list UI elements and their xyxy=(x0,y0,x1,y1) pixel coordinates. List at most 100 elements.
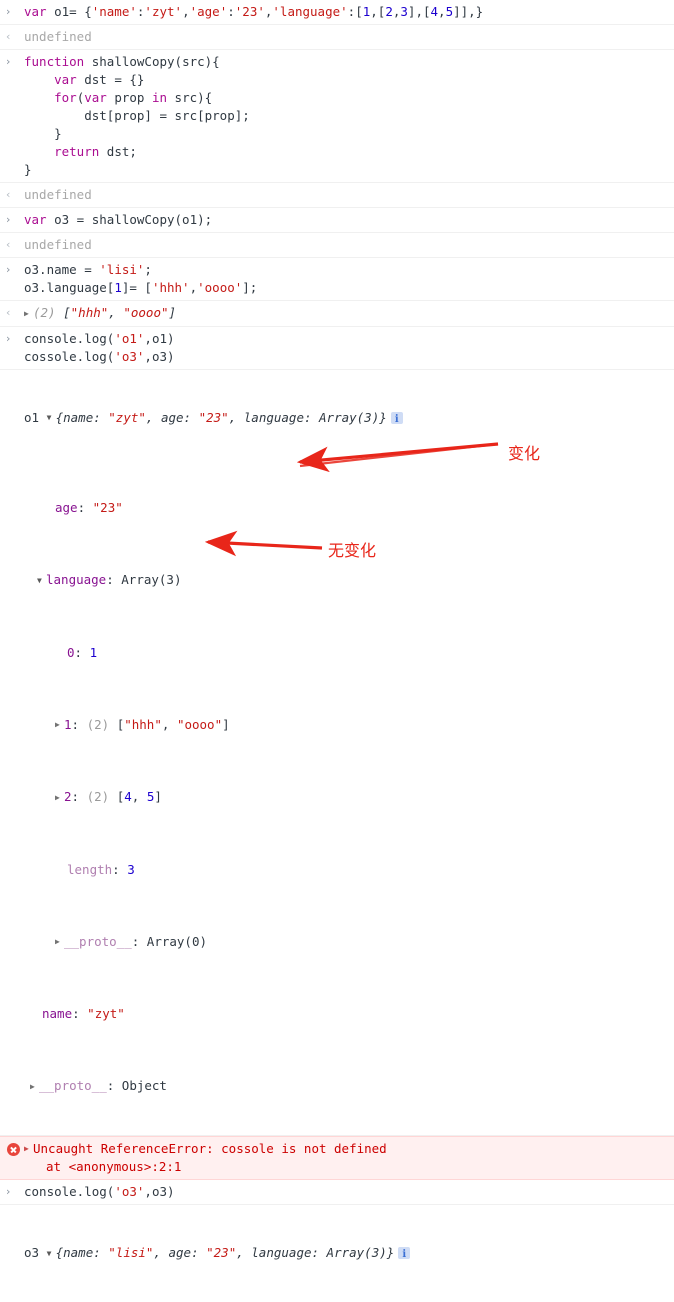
output-marker-icon: ‹ xyxy=(6,306,11,319)
console-input-row[interactable]: › var o3 = shallowCopy(o1); xyxy=(0,208,674,233)
obj-val-name: "lisi" xyxy=(108,1245,154,1260)
tree-row[interactable]: ▶ __proto__: Object xyxy=(24,1077,668,1096)
prop-key-0: 0 xyxy=(67,644,75,660)
obj-key-age: , age: xyxy=(145,409,199,425)
chevron-down-icon[interactable]: ▼ xyxy=(47,409,56,427)
console-input-row[interactable]: › console.log('o3',o3) xyxy=(0,1180,674,1205)
console-input-row[interactable]: › console.log('o1',o1) cossole.log('o3',… xyxy=(0,327,674,370)
input-marker-icon: › xyxy=(6,5,11,18)
input-marker-icon: › xyxy=(6,213,11,226)
prop-separator: : xyxy=(77,500,93,515)
prop-val-language: Array(3) xyxy=(121,572,182,587)
tree-row[interactable]: name: "zyt" xyxy=(24,1005,668,1023)
prop-val-name: "zyt" xyxy=(87,1006,125,1021)
tree-row[interactable]: ▼ language: Array(3) xyxy=(24,571,668,590)
prop-val-age: "23" xyxy=(92,500,123,515)
prop-separator: : xyxy=(112,861,128,877)
console-input-code: function shallowCopy(src){ var dst = {} … xyxy=(24,54,250,177)
log-label-o1: o1 xyxy=(24,409,40,425)
obj-val-name: "zyt" xyxy=(108,409,146,425)
error-stack-line: at <anonymous>:2:1 xyxy=(46,1159,182,1174)
info-icon[interactable] xyxy=(390,411,403,429)
error-circle-icon xyxy=(7,1142,20,1156)
input-marker-icon: › xyxy=(6,263,11,276)
console-input-row[interactable]: › function shallowCopy(src){ var dst = {… xyxy=(0,50,674,183)
tree-row[interactable]: ▶ __proto__: Array(0) xyxy=(24,933,668,952)
console-output-row: ‹ undefined xyxy=(0,233,674,258)
object-log-body[interactable]: o3 ▼ {name: "lisi", age: "23", language: … xyxy=(24,1208,674,1299)
object-log-body[interactable]: o1 ▼ {name: "zyt", age: "23", language: A… xyxy=(24,373,674,1132)
input-marker-icon: › xyxy=(6,1185,11,1198)
info-icon[interactable] xyxy=(398,1246,411,1264)
prop-key-1: 1 xyxy=(64,716,72,732)
prop-separator: : xyxy=(106,572,122,587)
obj-key-age: , age: xyxy=(153,1245,207,1260)
console-output-value: undefined xyxy=(24,29,92,44)
chevron-right-icon[interactable]: ▶ xyxy=(24,305,33,323)
tree-row[interactable]: length: 3 xyxy=(24,861,668,879)
object-summary-line[interactable]: o3 ▼ {name: "lisi", age: "23", language: … xyxy=(24,1244,668,1264)
console-output-row: ‹ undefined xyxy=(0,25,674,50)
obj-open-brace: { xyxy=(55,409,64,425)
console-output-value: undefined xyxy=(24,187,92,202)
console-output-row[interactable]: ‹ ▶ (2) ["hhh", "oooo"] xyxy=(0,301,674,327)
obj-key-name: name: xyxy=(63,1245,109,1260)
chevron-right-icon[interactable]: ▶ xyxy=(30,1078,39,1096)
prop-separator: : xyxy=(72,1006,88,1021)
prop-key-2: 2 xyxy=(64,789,72,804)
output-marker-icon: ‹ xyxy=(6,30,11,43)
console-output-value: undefined xyxy=(24,237,92,252)
console-input-code: console.log('o3',o3) xyxy=(24,1184,175,1199)
input-marker-icon: › xyxy=(6,331,11,345)
prop-key-proto-array: __proto__ xyxy=(64,933,132,949)
chevron-right-icon[interactable]: ▶ xyxy=(55,933,64,951)
console-output-row: ‹ undefined xyxy=(0,183,674,208)
obj-val-age: "23" xyxy=(206,1245,237,1260)
tree-row[interactable]: ▶ 1: (2) ["hhh", "oooo"] xyxy=(24,716,668,735)
obj-close-brace: } xyxy=(379,409,387,425)
console-input-row[interactable]: › var o1= {'name':'zyt','age':'23','lang… xyxy=(0,0,674,25)
obj-key-name: name: xyxy=(63,409,109,425)
chevron-right-icon[interactable]: ▶ xyxy=(55,789,64,807)
prop-key-age: age xyxy=(55,500,78,515)
output-marker-icon: ‹ xyxy=(6,238,11,251)
console-input-code: var o1= {'name':'zyt','age':'23','langua… xyxy=(24,4,484,19)
prop-separator: : xyxy=(131,933,147,949)
prop-val-proto-object: Object xyxy=(121,1078,167,1093)
annotation-label-changed: 变化 xyxy=(508,444,541,463)
annotation-label-unchanged: 无变化 xyxy=(328,541,377,560)
prop-val-length: 3 xyxy=(127,861,135,877)
obj-key-language: , language: xyxy=(236,1245,327,1260)
chevron-down-icon[interactable]: ▼ xyxy=(47,1245,56,1263)
console-error-body[interactable]: ▶ Uncaught ReferenceError: cossole is not… xyxy=(24,1140,674,1177)
obj-key-language: , language: xyxy=(228,409,320,425)
prop-key-proto-object: __proto__ xyxy=(39,1078,107,1093)
object-summary-line[interactable]: o1 ▼ {name: "zyt", age: "23", language: A… xyxy=(24,409,668,429)
console-input-code: console.log('o1',o1) cossole.log('o3',o3… xyxy=(24,330,175,364)
prop-separator: : xyxy=(106,1078,122,1093)
console-input-row[interactable]: › o3.name = 'lisi'; o3.language[1]= ['hh… xyxy=(0,258,674,301)
log-label-o3: o3 xyxy=(24,1245,40,1260)
obj-open-brace: { xyxy=(55,1245,64,1260)
obj-val-language: Array(3) xyxy=(326,1245,387,1260)
tree-row[interactable]: age: "23" xyxy=(24,499,668,517)
obj-val-language: Array(3) xyxy=(319,409,380,425)
devtools-console-panel[interactable]: › var o1= {'name':'zyt','age':'23','lang… xyxy=(0,0,674,1302)
prop-key-language: language xyxy=(46,572,107,587)
obj-val-age: "23" xyxy=(198,409,229,425)
prop-separator: : xyxy=(71,716,87,732)
input-marker-icon: › xyxy=(6,55,11,68)
console-object-log-o3[interactable]: o3 ▼ {name: "lisi", age: "23", language: … xyxy=(0,1205,674,1302)
obj-close-brace: } xyxy=(386,1245,395,1260)
tree-row[interactable]: ▶ 2: (2) [4, 5] xyxy=(24,788,668,807)
console-output-array[interactable]: ▶ (2) ["hhh", "oooo"] xyxy=(24,304,674,323)
tree-row[interactable]: 0: 1 xyxy=(24,644,668,662)
console-object-log-o1[interactable]: o1 ▼ {name: "zyt", age: "23", language: A… xyxy=(0,370,674,1136)
chevron-down-icon[interactable]: ▼ xyxy=(37,572,46,590)
chevron-right-icon[interactable]: ▶ xyxy=(55,716,64,734)
chevron-right-icon[interactable]: ▶ xyxy=(24,1140,33,1158)
error-message: Uncaught ReferenceError: cossole is not … xyxy=(33,1140,387,1156)
console-input-code: var o3 = shallowCopy(o1); xyxy=(24,212,213,227)
prop-separator: : xyxy=(74,644,90,660)
console-error-row[interactable]: ▶ Uncaught ReferenceError: cossole is not… xyxy=(0,1135,674,1180)
